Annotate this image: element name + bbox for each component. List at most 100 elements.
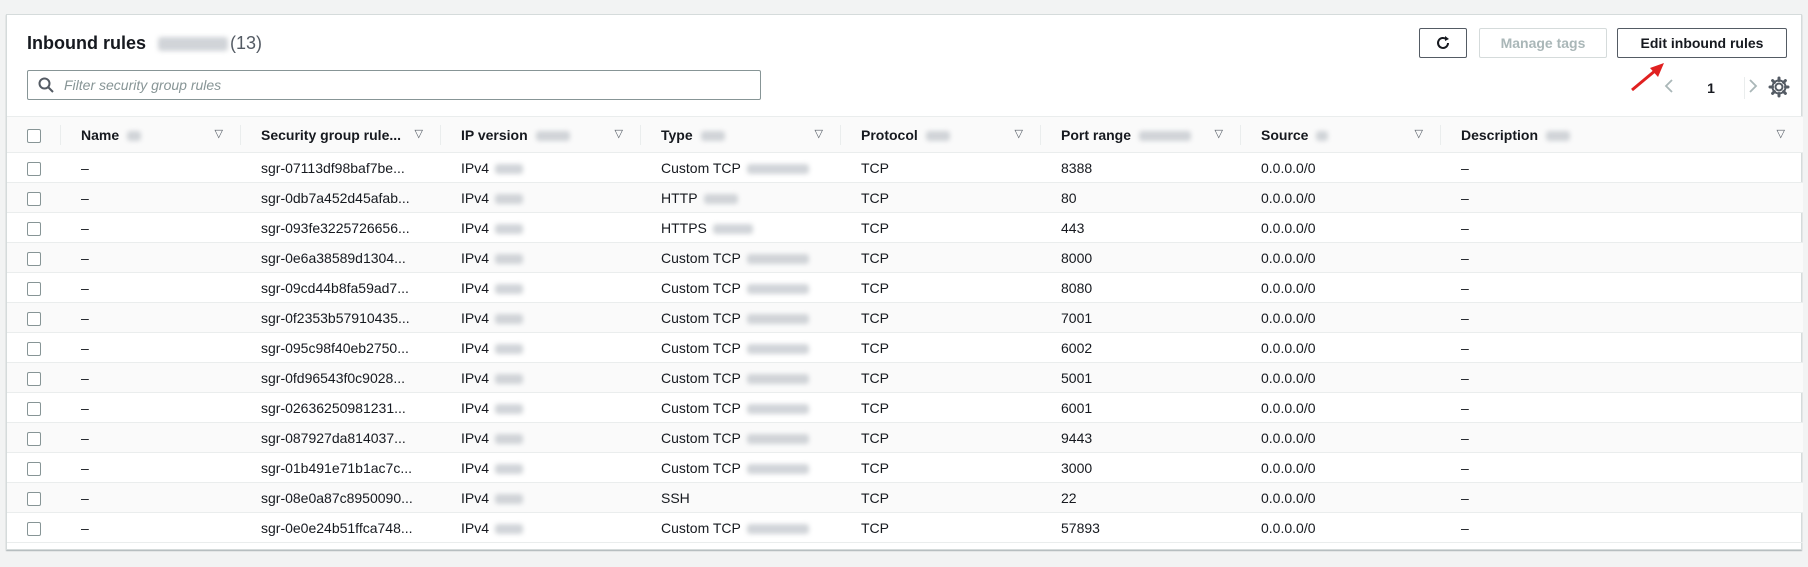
column-header-ip-version[interactable]: IP version ▽ (441, 116, 641, 153)
column-header-name[interactable]: Name ▽ (61, 116, 241, 153)
filter-input[interactable] (62, 76, 712, 94)
cell-type: Custom TCP (641, 272, 841, 303)
table-row[interactable]: – sgr-07113df98baf7be... IPv4 Custom TCP TCP… (7, 152, 1803, 183)
cell-protocol: TCP (841, 422, 1041, 453)
redacted-text (495, 403, 524, 414)
column-header-port-range[interactable]: Port range ▽ (1041, 116, 1241, 153)
row-checkbox[interactable] (27, 491, 41, 506)
select-all-checkbox[interactable] (27, 128, 41, 143)
cell-port-range: 57893 (1041, 512, 1241, 543)
table-row[interactable]: – sgr-01b491e71b1ac7c... IPv4 Custom TCP TCP… (7, 452, 1803, 483)
cell-type: Custom TCP (641, 452, 841, 483)
row-checkbox[interactable] (27, 341, 41, 356)
table-row[interactable]: – sgr-087927da814037... IPv4 Custom TCP TCP 9… (7, 422, 1803, 453)
table-row[interactable]: – sgr-095c98f40eb2750... IPv4 Custom TCP TCP… (7, 332, 1803, 363)
cell-protocol: TCP (841, 302, 1041, 333)
row-checkbox[interactable] (27, 221, 41, 236)
cell-ip-version: IPv4 (441, 482, 641, 513)
redacted-label (127, 130, 142, 141)
column-header-rule-id[interactable]: Security group rule... ▽ (241, 116, 441, 153)
sort-down-icon[interactable]: ▽ (1777, 127, 1785, 140)
redacted-text (495, 193, 524, 204)
cell-ip-version: IPv4 (441, 152, 641, 183)
refresh-button[interactable] (1419, 28, 1467, 58)
inbound-rules-table: Name ▽ Security group rule... ▽ IP version… (7, 116, 1803, 543)
cell-name: – (61, 332, 241, 363)
table-row[interactable]: – sgr-08e0a87c8950090... IPv4 SSH TCP 22 0.0.0… (7, 482, 1803, 513)
column-header-protocol[interactable]: Protocol ▽ (841, 116, 1041, 153)
row-checkbox[interactable] (27, 161, 41, 176)
panel-header: Inbound rules (13) Manage tags Edit inbo… (7, 15, 1801, 115)
redacted-text (495, 463, 524, 474)
sort-down-icon[interactable]: ▽ (815, 127, 823, 140)
cell-type: SSH (641, 482, 841, 513)
table-row[interactable]: – sgr-093fe3225726656... IPv4 HTTPS TCP 443 0.… (7, 212, 1803, 243)
gear-icon[interactable] (1767, 75, 1791, 99)
cell-port-range: 9443 (1041, 422, 1241, 453)
row-checkbox[interactable] (27, 461, 41, 476)
rule-count: (13) (230, 33, 263, 53)
row-checkbox[interactable] (27, 431, 41, 446)
column-header-type[interactable]: Type ▽ (641, 116, 841, 153)
cell-ip-version: IPv4 (441, 272, 641, 303)
sort-down-icon[interactable]: ▽ (1015, 127, 1023, 140)
table-row[interactable]: – sgr-0e6a38589d1304... IPv4 Custom TCP TCP 8… (7, 242, 1803, 273)
table-row[interactable]: – sgr-0f2353b57910435... IPv4 Custom TCP TCP… (7, 302, 1803, 333)
cell-name: – (61, 482, 241, 513)
cell-description: – (1441, 302, 1803, 333)
table-row[interactable]: – sgr-0e0e24b51ffca748... IPv4 Custom TCP TC… (7, 512, 1803, 543)
redacted-text (712, 223, 753, 234)
cell-name: – (61, 152, 241, 183)
sort-down-icon[interactable]: ▽ (615, 127, 623, 140)
row-checkbox[interactable] (27, 521, 41, 536)
table-row[interactable]: – sgr-09cd44b8fa59ad7... IPv4 Custom TCP TCP… (7, 272, 1803, 303)
cell-protocol: TCP (841, 392, 1041, 423)
cell-source: 0.0.0.0/0 (1241, 152, 1441, 183)
cell-ip-version: IPv4 (441, 302, 641, 333)
cell-protocol: TCP (841, 512, 1041, 543)
cell-port-range: 5001 (1041, 362, 1241, 393)
table-row[interactable]: – sgr-0db7a452d45afab... IPv4 HTTP TCP 80 0.0.… (7, 182, 1803, 213)
table-row[interactable]: – sgr-02636250981231... IPv4 Custom TCP TCP 6… (7, 392, 1803, 423)
cell-name: – (61, 212, 241, 243)
sort-down-icon[interactable]: ▽ (1415, 127, 1423, 140)
current-page[interactable]: 1 (1707, 80, 1715, 96)
column-header-description[interactable]: Description ▽ (1441, 116, 1803, 153)
cell-type: Custom TCP (641, 392, 841, 423)
redacted-text (746, 343, 809, 354)
cell-ip-version: IPv4 (441, 242, 641, 273)
cell-rule-id: sgr-0e6a38589d1304... (241, 242, 441, 273)
cell-description: – (1441, 362, 1803, 393)
manage-tags-button[interactable]: Manage tags (1479, 28, 1607, 58)
redacted-text (495, 493, 524, 504)
cell-description: – (1441, 452, 1803, 483)
cell-name: – (61, 362, 241, 393)
row-checkbox[interactable] (27, 251, 41, 266)
redacted-text (703, 193, 738, 204)
table-row[interactable]: – sgr-0fd96543f0c9028... IPv4 Custom TCP TCP… (7, 362, 1803, 393)
cell-description: – (1441, 512, 1803, 543)
cell-name: – (61, 392, 241, 423)
sort-down-icon[interactable]: ▽ (215, 127, 223, 140)
row-checkbox[interactable] (27, 401, 41, 416)
filter-search-box[interactable] (27, 70, 761, 100)
redacted-text (495, 253, 524, 264)
cell-rule-id: sgr-0f2353b57910435... (241, 302, 441, 333)
chevron-left-icon[interactable] (1663, 78, 1675, 99)
chevron-right-icon[interactable] (1747, 78, 1759, 99)
sort-down-icon[interactable]: ▽ (1215, 127, 1223, 140)
cell-name: – (61, 422, 241, 453)
cell-type: Custom TCP (641, 362, 841, 393)
row-checkbox[interactable] (27, 371, 41, 386)
cell-description: – (1441, 152, 1803, 183)
row-checkbox[interactable] (27, 281, 41, 296)
row-checkbox[interactable] (27, 191, 41, 206)
edit-inbound-rules-button[interactable]: Edit inbound rules (1617, 28, 1787, 58)
sort-down-icon[interactable]: ▽ (415, 127, 423, 140)
select-all-header (7, 116, 61, 153)
cell-name: – (61, 242, 241, 273)
cell-rule-id: sgr-0db7a452d45afab... (241, 182, 441, 213)
row-checkbox[interactable] (27, 311, 41, 326)
column-header-source[interactable]: Source ▽ (1241, 116, 1441, 153)
redacted-text (495, 223, 524, 234)
